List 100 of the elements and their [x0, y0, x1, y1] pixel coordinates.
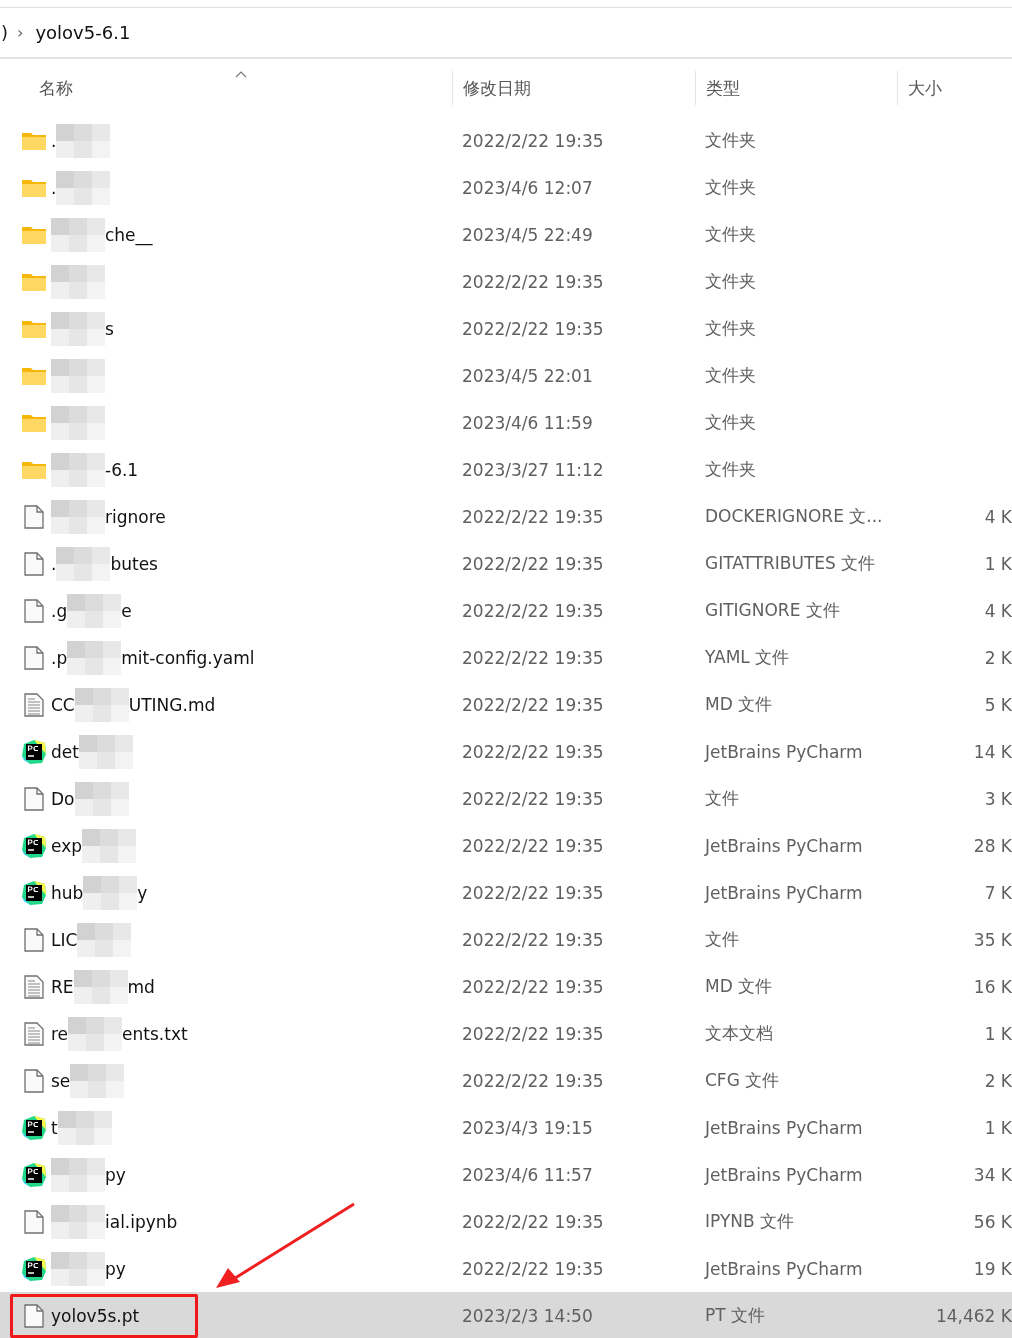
type-cell-text: 文件夹	[704, 129, 757, 152]
file-row[interactable]: LIC 2022/2/22 19:35 文件 35 K	[0, 916, 1012, 963]
file-row[interactable]: . 2023/4/6 12:07 文件夹	[0, 164, 1012, 211]
file-row[interactable]: 2023/4/5 22:01 文件夹	[0, 352, 1012, 399]
date-cell-text: 2023/4/3 19:15	[461, 1117, 594, 1138]
date-cell-text: 2023/4/5 22:49	[461, 224, 594, 245]
size-cell: 1 K	[984, 1023, 1012, 1044]
date-cell-text: 2022/2/22 19:35	[461, 271, 605, 292]
file-row[interactable]: ial.ipynb 2022/2/22 19:35 IPYNB 文件 56 K	[0, 1198, 1012, 1245]
file-name: py	[105, 1164, 126, 1185]
file-row[interactable]: .g e 2022/2/22 19:35 GITIGNORE 文件 4 K	[0, 587, 1012, 634]
size-cell: 19 K	[973, 1258, 1012, 1279]
file-name: e	[121, 600, 132, 621]
file-row[interactable]: exp 2022/2/22 19:35 JetBrains PyCharm 28 K	[0, 822, 1012, 869]
text-file-icon	[22, 974, 46, 999]
size-cell: 56 K	[973, 1211, 1012, 1232]
size-cell: 2 K	[984, 647, 1012, 668]
date-cell-text: 2022/2/22 19:35	[461, 506, 605, 527]
pycharm-icon	[22, 1162, 46, 1187]
date-cell-text: 2022/2/22 19:35	[461, 318, 605, 339]
type-cell-text: 文件夹	[704, 364, 757, 387]
file-name: rignore	[105, 506, 166, 527]
date-cell-text: 2022/2/22 19:35	[461, 1211, 605, 1232]
file-row[interactable]: . 2022/2/22 19:35 文件夹	[0, 117, 1012, 164]
file-row[interactable]: RE md 2022/2/22 19:35 MD 文件 16 K	[0, 963, 1012, 1010]
file-icon	[22, 1303, 46, 1328]
file-icon	[22, 504, 46, 529]
type-cell-text: JetBrains PyCharm	[703, 882, 864, 903]
file-name: t	[51, 1117, 58, 1138]
type-cell-text: YAML 文件	[704, 646, 791, 669]
file-name: ial.ipynb	[105, 1211, 178, 1232]
size-cell: 1 K	[984, 1117, 1012, 1138]
date-cell-text: 2022/2/22 19:35	[461, 741, 605, 762]
file-name: -6.1	[105, 459, 139, 480]
file-row[interactable]: che__ 2023/4/5 22:49 文件夹	[0, 211, 1012, 258]
type-cell-text: MD 文件	[704, 975, 774, 998]
file-row[interactable]: se 2022/2/22 19:35 CFG 文件 2 K	[0, 1057, 1012, 1104]
date-cell-text: 2022/2/22 19:35	[461, 835, 605, 856]
file-row[interactable]: yolov5s.pt 2023/2/3 14:50 PT 文件 14,462 K	[0, 1292, 1012, 1338]
file-icon	[22, 598, 46, 623]
type-cell-text: MD 文件	[704, 693, 774, 716]
size-cell: 4 K	[984, 506, 1012, 527]
file-row[interactable]: .p mit-config.yaml 2022/2/22 19:35 YAML 文件 2 K	[0, 634, 1012, 681]
column-header[interactable]: 大小	[897, 71, 1012, 105]
file-name: det	[51, 741, 79, 762]
date-cell-text: 2022/2/22 19:35	[461, 1070, 605, 1091]
pycharm-icon	[22, 739, 46, 764]
file-name: ents.txt	[122, 1023, 188, 1044]
file-name: exp	[51, 835, 82, 856]
file-name: CC	[51, 694, 75, 715]
breadcrumb-item[interactable]: )	[1, 22, 9, 43]
file-icon	[22, 1209, 46, 1234]
type-cell-text: JetBrains PyCharm	[703, 1258, 864, 1279]
date-cell-text: 2023/4/5 22:01	[461, 365, 594, 386]
file-row[interactable]: re ents.txt 2022/2/22 19:35 文本文档 1 K	[0, 1010, 1012, 1057]
type-cell-text: JetBrains PyCharm	[703, 1117, 864, 1138]
file-row[interactable]: s 2022/2/22 19:35 文件夹	[0, 305, 1012, 352]
type-cell-text: 文件夹	[704, 411, 757, 434]
file-row[interactable]: py 2023/4/6 11:57 JetBrains PyCharm 34 K	[0, 1151, 1012, 1198]
column-header[interactable]: 修改日期	[452, 71, 695, 105]
date-cell-text: 2022/2/22 19:35	[461, 788, 605, 809]
breadcrumb-item[interactable]: yolov5-6.1	[35, 22, 131, 43]
file-name: md	[127, 976, 155, 997]
date-cell-text: 2022/2/22 19:35	[461, 929, 605, 950]
file-row[interactable]: CC UTING.md 2022/2/22 19:35 MD 文件 5 K	[0, 681, 1012, 728]
file-name: Do	[51, 788, 75, 809]
date-cell-text: 2023/3/27 11:12	[461, 459, 605, 480]
date-cell-text: 2023/4/6 12:07	[461, 177, 594, 198]
date-cell-text: 2023/2/3 14:50	[461, 1305, 594, 1326]
file-row[interactable]: rignore 2022/2/22 19:35 DOCKERIGNORE 文... 4 K	[0, 493, 1012, 540]
pycharm-icon	[22, 1256, 46, 1281]
file-row[interactable]: hub y 2022/2/22 19:35 JetBrains PyCharm 7 K	[0, 869, 1012, 916]
file-name: s	[105, 318, 114, 339]
date-cell-text: 2022/2/22 19:35	[461, 882, 605, 903]
date-cell-text: 2023/4/6 11:59	[461, 412, 594, 433]
file-row[interactable]: 2022/2/22 19:35 文件夹	[0, 258, 1012, 305]
file-row[interactable]: det 2022/2/22 19:35 JetBrains PyCharm 14 K	[0, 728, 1012, 775]
size-cell: 14 K	[973, 741, 1012, 762]
date-cell-text: 2022/2/22 19:35	[461, 1258, 605, 1279]
pycharm-icon	[22, 833, 46, 858]
file-name: se	[51, 1070, 71, 1091]
type-cell-text: 文本文档	[704, 1022, 774, 1045]
file-row[interactable]: t 2023/4/3 19:15 JetBrains PyCharm 1 K	[0, 1104, 1012, 1151]
file-name: py	[105, 1258, 126, 1279]
file-row[interactable]: Do 2022/2/22 19:35 文件 3 K	[0, 775, 1012, 822]
column-header[interactable]: 名称	[0, 59, 452, 117]
size-cell: 5 K	[984, 694, 1012, 715]
file-name: LIC	[51, 929, 78, 950]
pycharm-icon	[22, 1115, 46, 1140]
file-row[interactable]: . butes 2022/2/22 19:35 GITATTRIBUTES 文件 1 K	[0, 540, 1012, 587]
file-row[interactable]: -6.1 2023/3/27 11:12 文件夹	[0, 446, 1012, 493]
file-row[interactable]: py 2022/2/22 19:35 JetBrains PyCharm 19 K	[0, 1245, 1012, 1292]
column-header[interactable]: 类型	[695, 71, 897, 105]
size-cell: 34 K	[973, 1164, 1012, 1185]
type-cell-text: 文件夹	[704, 317, 757, 340]
file-name: UTING.md	[128, 694, 216, 715]
text-file-icon	[22, 692, 46, 717]
date-cell-text: 2022/2/22 19:35	[461, 600, 605, 621]
file-row[interactable]: 2023/4/6 11:59 文件夹	[0, 399, 1012, 446]
file-icon	[22, 1068, 46, 1093]
